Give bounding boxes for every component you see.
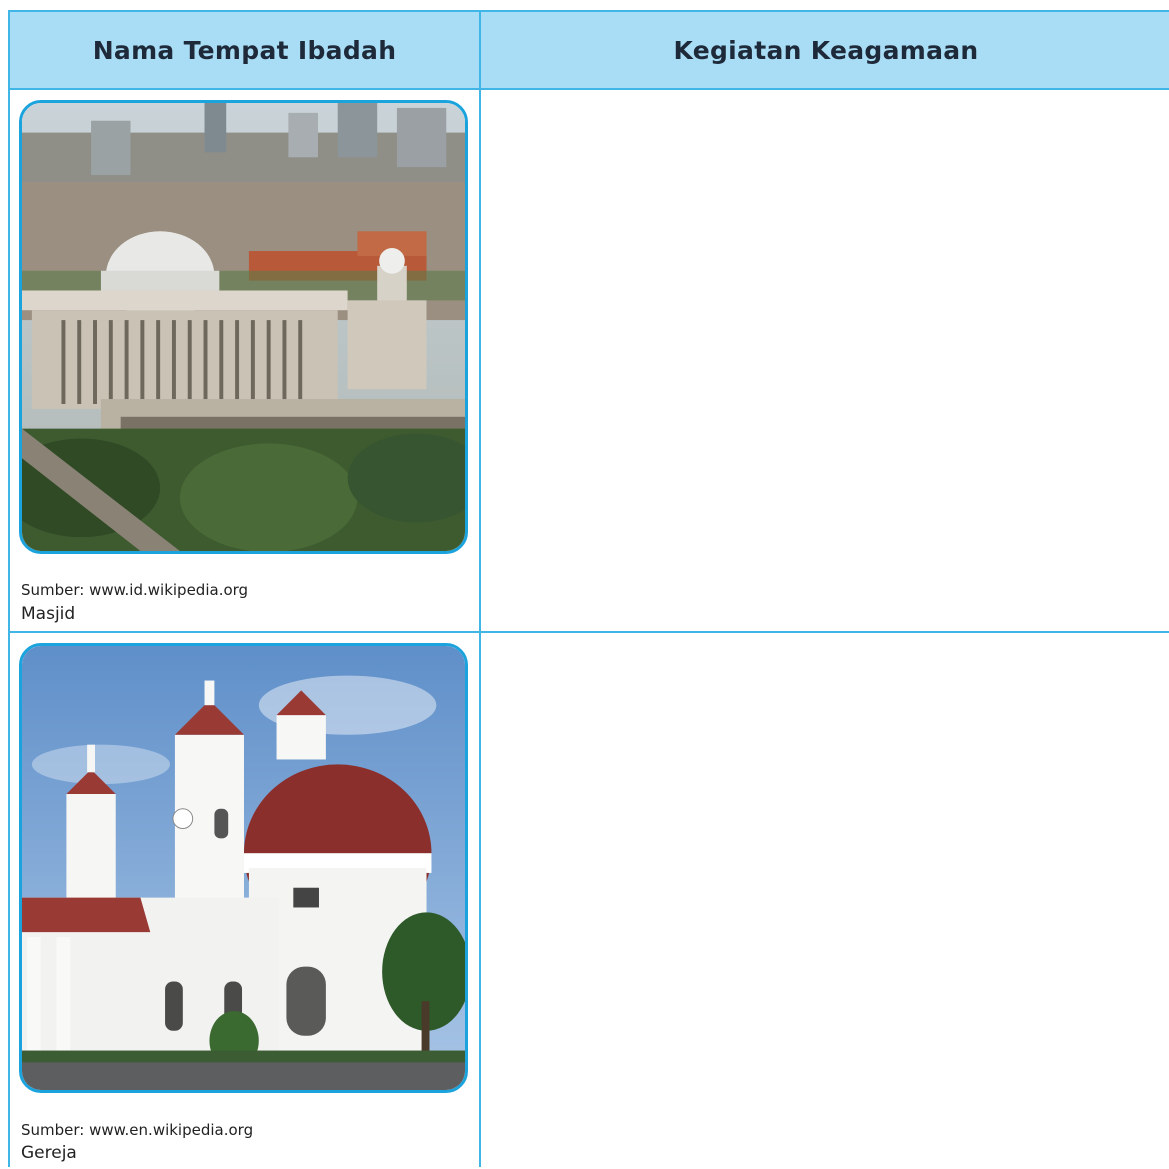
table-row: Sumber: www.en.wikipedia.org Gereja <box>10 633 1169 1169</box>
church-photo <box>19 643 468 1093</box>
place-name-label: Gereja <box>21 1143 77 1163</box>
image-source-credit: Sumber: www.en.wikipedia.org <box>21 1121 254 1139</box>
table-row: Sumber: www.id.wikipedia.org Masjid <box>10 90 1169 633</box>
table-header: Nama Tempat Ibadah Kegiatan Keagamaan <box>10 12 1169 90</box>
image-source-credit: Sumber: www.id.wikipedia.org <box>21 581 249 599</box>
header-place-of-worship: Nama Tempat Ibadah <box>92 35 397 65</box>
worksheet-table: Nama Tempat Ibadah Kegiatan Keagamaan Su… <box>8 10 1169 1167</box>
place-name-label: Masjid <box>21 604 76 624</box>
mosque-photo <box>19 100 468 554</box>
header-religious-activity: Kegiatan Keagamaan <box>673 35 979 65</box>
